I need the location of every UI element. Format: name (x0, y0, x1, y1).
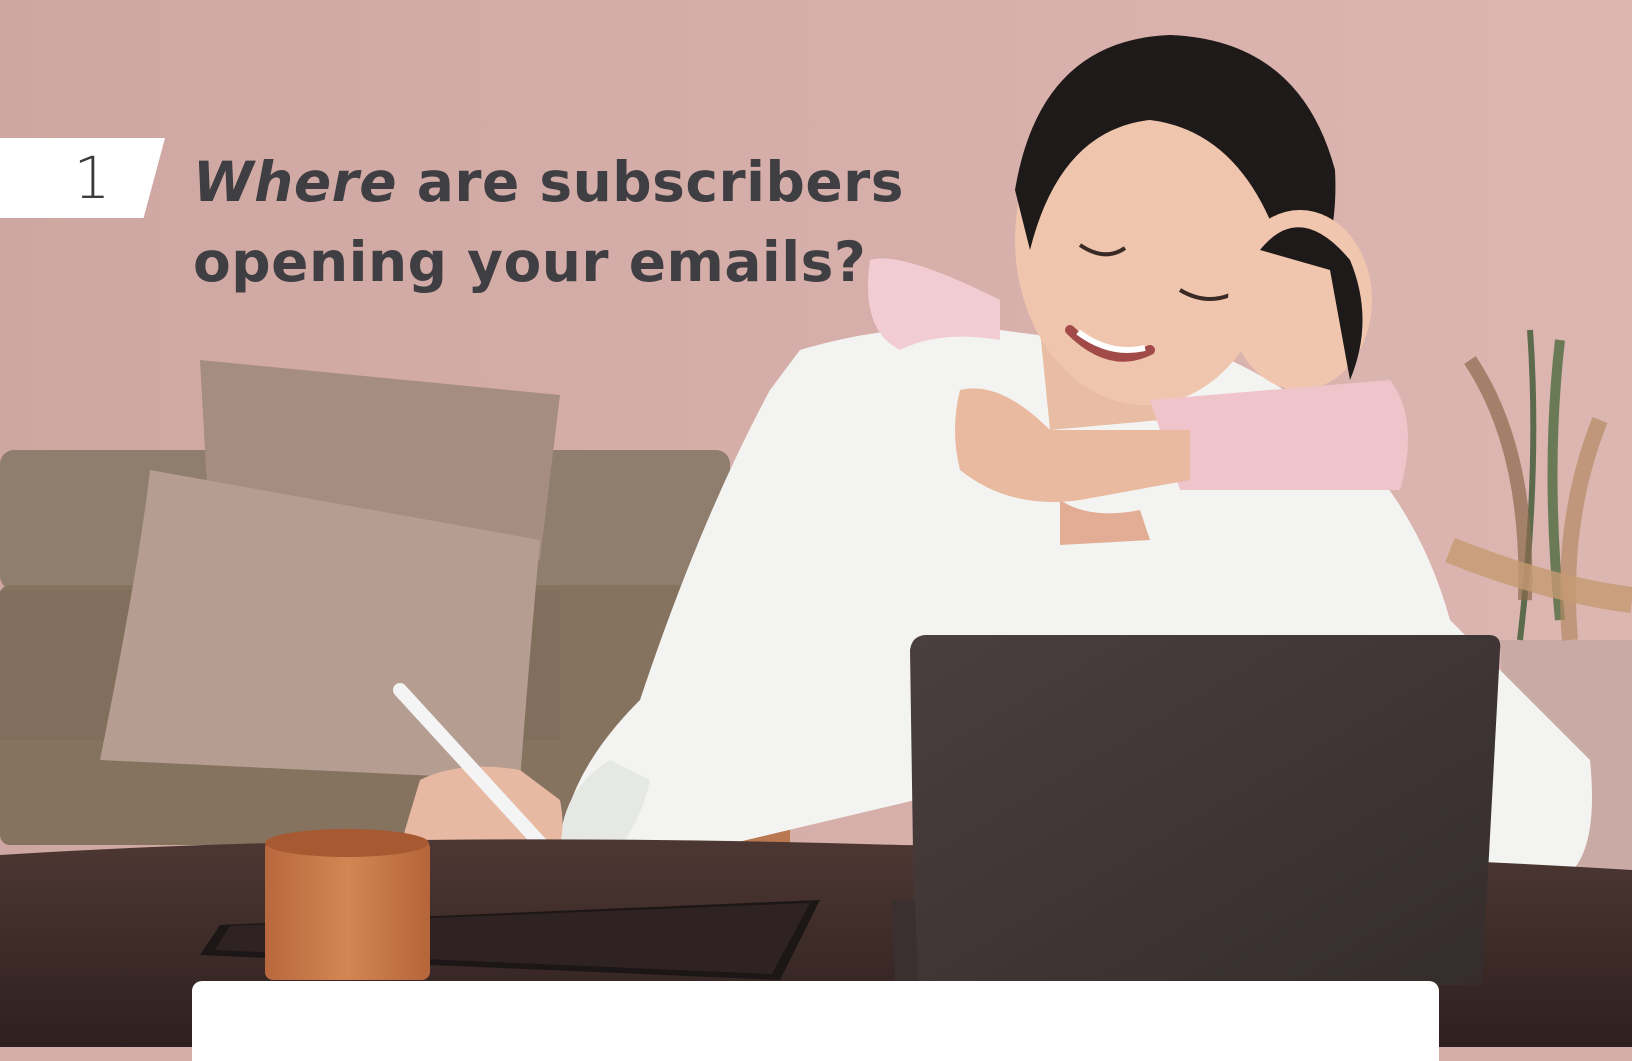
headline: Where are subscribers opening your email… (193, 142, 913, 302)
headline-emphasis: Where (193, 150, 398, 214)
headline-line-1: Where are subscribers (193, 142, 913, 222)
mug-illustration (265, 829, 430, 980)
headline-line-2: opening your emails? (193, 230, 867, 294)
step-number: 1 (73, 144, 111, 212)
headline-line-1-rest: are subscribers (397, 150, 905, 214)
content-card (192, 981, 1439, 1061)
